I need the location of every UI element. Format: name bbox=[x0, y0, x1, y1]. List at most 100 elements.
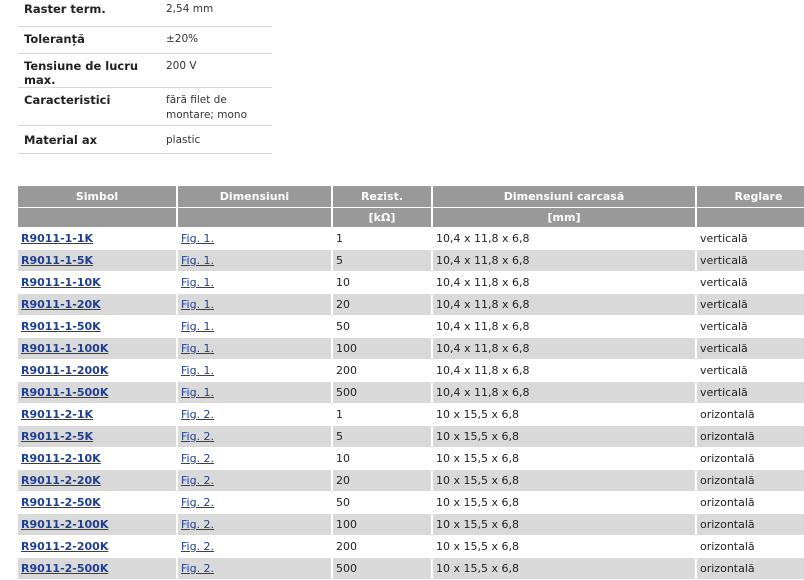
table-row: R9011-2-20K Fig. 2. 20 10 x 15,5 x 6,8 o… bbox=[18, 470, 804, 492]
cell-fig: Fig. 1. bbox=[178, 272, 333, 294]
symbol-link[interactable]: R9011-2-500K bbox=[21, 562, 108, 575]
spec-row-raster: Raster term. 2,54 mm bbox=[18, 0, 272, 27]
cell-symbol: R9011-1-5K bbox=[18, 250, 178, 272]
cell-fig: Fig. 1. bbox=[178, 228, 333, 250]
cell-reglare: orizontală bbox=[697, 514, 804, 536]
table-row: R9011-1-500K Fig. 1. 500 10,4 x 11,8 x 6… bbox=[18, 382, 804, 404]
cell-dimensions: 10 x 15,5 x 6,8 bbox=[433, 404, 697, 426]
cell-reglare: verticală bbox=[697, 272, 804, 294]
cell-symbol: R9011-1-500K bbox=[18, 382, 178, 404]
header-dimensiuni: Dimensiuni bbox=[178, 186, 333, 208]
cell-reglare: orizontală bbox=[697, 558, 804, 580]
cell-symbol: R9011-2-1K bbox=[18, 404, 178, 426]
table-row: R9011-1-10K Fig. 1. 10 10,4 x 11,8 x 6,8… bbox=[18, 272, 804, 294]
cell-rezist: 5 bbox=[333, 250, 433, 272]
cell-symbol: R9011-2-100K bbox=[18, 514, 178, 536]
fig-link[interactable]: Fig. 2. bbox=[181, 562, 214, 575]
fig-link[interactable]: Fig. 2. bbox=[181, 474, 214, 487]
table-row: R9011-2-10K Fig. 2. 10 10 x 15,5 x 6,8 o… bbox=[18, 448, 804, 470]
symbol-link[interactable]: R9011-1-500K bbox=[21, 386, 108, 399]
table-row: R9011-1-5K Fig. 1. 5 10,4 x 11,8 x 6,8 v… bbox=[18, 250, 804, 272]
table-row: R9011-1-1K Fig. 1. 1 10,4 x 11,8 x 6,8 v… bbox=[18, 228, 804, 250]
fig-link[interactable]: Fig. 1. bbox=[181, 364, 214, 377]
cell-fig: Fig. 2. bbox=[178, 536, 333, 558]
cell-rezist: 500 bbox=[333, 558, 433, 580]
symbol-link[interactable]: R9011-1-100K bbox=[21, 342, 108, 355]
fig-link[interactable]: Fig. 2. bbox=[181, 408, 214, 421]
table-row: R9011-2-200K Fig. 2. 200 10 x 15,5 x 6,8… bbox=[18, 536, 804, 558]
unit-rezist: [kΩ] bbox=[333, 208, 433, 228]
symbol-link[interactable]: R9011-1-20K bbox=[21, 298, 101, 311]
cell-dimensions: 10 x 15,5 x 6,8 bbox=[433, 426, 697, 448]
cell-reglare: verticală bbox=[697, 228, 804, 250]
symbol-link[interactable]: R9011-1-50K bbox=[21, 320, 101, 333]
cell-fig: Fig. 2. bbox=[178, 448, 333, 470]
table-row: R9011-1-200K Fig. 1. 200 10,4 x 11,8 x 6… bbox=[18, 360, 804, 382]
cell-symbol: R9011-1-100K bbox=[18, 338, 178, 360]
cell-reglare: orizontală bbox=[697, 426, 804, 448]
cell-reglare: verticală bbox=[697, 316, 804, 338]
unit-dimensiuni-carcasa: [mm] bbox=[433, 208, 697, 228]
header-dimensiuni-carcasa: Dimensiuni carcasă bbox=[433, 186, 697, 208]
fig-link[interactable]: Fig. 1. bbox=[181, 386, 214, 399]
spec-value: fără filet de montare; mono bbox=[160, 87, 272, 126]
cell-symbol: R9011-1-50K bbox=[18, 316, 178, 338]
header-rezist: Rezist. bbox=[333, 186, 433, 208]
symbol-link[interactable]: R9011-2-200K bbox=[21, 540, 108, 553]
symbol-link[interactable]: R9011-2-10K bbox=[21, 452, 101, 465]
cell-reglare: verticală bbox=[697, 294, 804, 316]
cell-rezist: 10 bbox=[333, 448, 433, 470]
products-table: Simbol Dimensiuni Rezist. Dimensiuni car… bbox=[18, 186, 804, 580]
spec-label: Raster term. bbox=[18, 0, 160, 27]
symbol-link[interactable]: R9011-1-10K bbox=[21, 276, 101, 289]
cell-reglare: orizontală bbox=[697, 492, 804, 514]
symbol-link[interactable]: R9011-2-1K bbox=[21, 408, 93, 421]
cell-symbol: R9011-1-1K bbox=[18, 228, 178, 250]
symbol-link[interactable]: R9011-1-200K bbox=[21, 364, 108, 377]
cell-dimensions: 10 x 15,5 x 6,8 bbox=[433, 492, 697, 514]
table-row: R9011-2-5K Fig. 2. 5 10 x 15,5 x 6,8 ori… bbox=[18, 426, 804, 448]
cell-rezist: 100 bbox=[333, 338, 433, 360]
fig-link[interactable]: Fig. 1. bbox=[181, 298, 214, 311]
symbol-link[interactable]: R9011-1-5K bbox=[21, 254, 93, 267]
fig-link[interactable]: Fig. 2. bbox=[181, 430, 214, 443]
fig-link[interactable]: Fig. 1. bbox=[181, 320, 214, 333]
cell-dimensions: 10 x 15,5 x 6,8 bbox=[433, 470, 697, 492]
units-row: [kΩ] [mm] bbox=[18, 208, 804, 228]
symbol-link[interactable]: R9011-2-50K bbox=[21, 496, 101, 509]
table-row: R9011-2-500K Fig. 2. 500 10 x 15,5 x 6,8… bbox=[18, 558, 804, 580]
cell-reglare: orizontală bbox=[697, 470, 804, 492]
fig-link[interactable]: Fig. 2. bbox=[181, 540, 214, 553]
spec-label: Toleranță bbox=[18, 26, 160, 54]
fig-link[interactable]: Fig. 2. bbox=[181, 496, 214, 509]
cell-rezist: 5 bbox=[333, 426, 433, 448]
cell-dimensions: 10,4 x 11,8 x 6,8 bbox=[433, 338, 697, 360]
cell-fig: Fig. 2. bbox=[178, 492, 333, 514]
header-reglare: Reglare bbox=[697, 186, 804, 208]
symbol-link[interactable]: R9011-1-1K bbox=[21, 232, 93, 245]
fig-link[interactable]: Fig. 2. bbox=[181, 518, 214, 531]
cell-reglare: orizontală bbox=[697, 448, 804, 470]
symbol-link[interactable]: R9011-2-100K bbox=[21, 518, 108, 531]
fig-link[interactable]: Fig. 1. bbox=[181, 342, 214, 355]
cell-rezist: 100 bbox=[333, 514, 433, 536]
symbol-link[interactable]: R9011-2-5K bbox=[21, 430, 93, 443]
fig-link[interactable]: Fig. 2. bbox=[181, 452, 214, 465]
fig-link[interactable]: Fig. 1. bbox=[181, 254, 214, 267]
fig-link[interactable]: Fig. 1. bbox=[181, 276, 214, 289]
fig-link[interactable]: Fig. 1. bbox=[181, 232, 214, 245]
cell-fig: Fig. 1. bbox=[178, 316, 333, 338]
symbol-link[interactable]: R9011-2-20K bbox=[21, 474, 101, 487]
cell-reglare: orizontală bbox=[697, 404, 804, 426]
spec-value: ±20% bbox=[160, 26, 272, 54]
cell-reglare: orizontală bbox=[697, 536, 804, 558]
cell-symbol: R9011-1-200K bbox=[18, 360, 178, 382]
table-row: R9011-1-50K Fig. 1. 50 10,4 x 11,8 x 6,8… bbox=[18, 316, 804, 338]
cell-dimensions: 10 x 15,5 x 6,8 bbox=[433, 448, 697, 470]
cell-fig: Fig. 1. bbox=[178, 360, 333, 382]
header-simbol: Simbol bbox=[18, 186, 178, 208]
cell-dimensions: 10,4 x 11,8 x 6,8 bbox=[433, 360, 697, 382]
cell-fig: Fig. 1. bbox=[178, 382, 333, 404]
unit-simbol bbox=[18, 208, 178, 228]
cell-reglare: verticală bbox=[697, 360, 804, 382]
